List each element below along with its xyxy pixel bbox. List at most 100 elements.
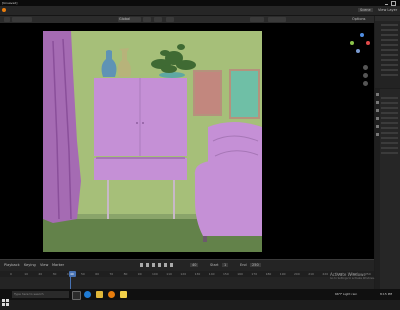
pivot-dropdown[interactable] — [143, 17, 151, 22]
property-row[interactable] — [381, 132, 398, 134]
task-view-icon[interactable] — [72, 291, 81, 300]
frame-tick-label: 30 — [52, 272, 57, 276]
property-row[interactable] — [381, 102, 398, 104]
property-row[interactable] — [381, 122, 398, 124]
outliner-row[interactable] — [381, 54, 398, 56]
camera-render-view — [43, 31, 262, 252]
end-frame-field[interactable]: 250 — [250, 263, 261, 267]
properties-panel — [375, 89, 400, 289]
cabinet-drawer — [94, 158, 187, 180]
neg-z-axis-icon[interactable] — [356, 49, 360, 53]
output-tab-icon[interactable] — [376, 109, 379, 112]
frame-tick-label: 90 — [137, 272, 142, 276]
taskbar-search[interactable]: Type here to search — [12, 291, 69, 298]
property-row[interactable] — [381, 107, 398, 109]
navigation-gizmo[interactable] — [348, 33, 370, 55]
minimize-icon[interactable] — [385, 1, 388, 5]
outliner-row[interactable] — [381, 39, 398, 41]
sticky-notes-icon[interactable] — [120, 291, 127, 298]
frame-tick-label: 10 — [24, 272, 29, 276]
plant-bowl — [159, 72, 185, 78]
weather-widget[interactable]: 66°F Light rain — [335, 292, 357, 296]
start-frame-field[interactable]: 1 — [222, 263, 229, 267]
scene-tab-icon[interactable] — [376, 125, 379, 128]
playback-menu[interactable]: Playback — [4, 263, 20, 267]
current-frame-field[interactable]: 40 — [190, 263, 199, 267]
outliner-panel — [375, 16, 400, 88]
property-row[interactable] — [381, 142, 398, 144]
frame-tick-label: 140 — [208, 272, 215, 276]
outliner-row[interactable] — [381, 49, 398, 51]
picture-red — [195, 72, 220, 114]
options-dropdown[interactable]: Options — [352, 17, 366, 21]
snap-toggle[interactable] — [154, 17, 162, 22]
property-row[interactable] — [381, 137, 398, 139]
property-row[interactable] — [381, 117, 398, 119]
frame-tick-label: 110 — [166, 272, 172, 276]
outliner-row[interactable] — [381, 69, 398, 71]
keyframe-icon[interactable] — [170, 263, 173, 267]
timeline-ruler[interactable]: 0 10 20 30 40 50 60 70 80 90 100 110 120 130 140 150 160… — [0, 271, 374, 277]
outliner-row[interactable] — [381, 74, 398, 76]
activation-subtitle: Go to Settings to activate Windows. — [330, 277, 375, 280]
frame-tick-label: 190 — [279, 272, 286, 276]
z-axis-icon[interactable] — [360, 33, 364, 37]
proportional-toggle[interactable] — [166, 17, 174, 22]
zoom-icon[interactable] — [363, 65, 368, 70]
frame-tick-label: 50 — [81, 272, 85, 276]
view-layer-tab-icon[interactable] — [376, 117, 379, 120]
frame-tick-label: 120 — [180, 272, 187, 276]
pan-icon[interactable] — [363, 73, 368, 78]
frame-tick-label: 100 — [152, 272, 158, 276]
frame-tick-label: 170 — [251, 272, 258, 276]
camera-view-icon[interactable] — [363, 81, 368, 86]
playhead-line — [70, 277, 71, 289]
orientation-dropdown[interactable]: Global — [118, 17, 141, 22]
file-explorer-icon[interactable] — [96, 291, 103, 298]
outliner-row[interactable] — [381, 29, 398, 31]
blender-taskbar-icon[interactable] — [108, 291, 115, 298]
property-row[interactable] — [381, 147, 398, 149]
edge-icon[interactable] — [84, 291, 91, 298]
marker-menu[interactable]: Marker — [52, 263, 64, 267]
editor-type-icon[interactable] — [4, 17, 10, 22]
tool-tab-icon[interactable] — [376, 93, 379, 96]
y-axis-icon[interactable] — [350, 41, 354, 45]
property-row[interactable] — [381, 112, 398, 114]
world-tab-icon[interactable] — [376, 133, 379, 136]
playhead-frame: 40 — [70, 272, 74, 276]
windows-start-icon[interactable] — [2, 291, 9, 306]
overlays-dropdown[interactable] — [250, 17, 264, 22]
play-reverse-icon[interactable] — [152, 263, 155, 267]
skip-start-icon[interactable] — [140, 263, 143, 267]
frame-tick-label: 220 — [322, 272, 329, 276]
outliner-row[interactable] — [381, 59, 398, 61]
render-tab-icon[interactable] — [376, 101, 379, 104]
frame-tick-label: 0 — [10, 272, 12, 276]
keying-menu[interactable]: Keying — [24, 263, 36, 267]
outliner-row[interactable] — [381, 34, 398, 36]
mode-dropdown[interactable] — [12, 17, 32, 22]
frame-tick-label: 70 — [109, 272, 114, 276]
outliner-row[interactable] — [381, 24, 398, 26]
viewport-header: Global Options — [0, 16, 374, 23]
view-menu[interactable]: View — [40, 263, 48, 267]
skip-end-icon[interactable] — [164, 263, 167, 267]
frame-tick-label: 80 — [123, 272, 128, 276]
x-axis-icon[interactable] — [366, 41, 370, 45]
property-row[interactable] — [381, 127, 398, 129]
property-row[interactable] — [381, 97, 398, 99]
outliner-row[interactable] — [381, 44, 398, 46]
blender-logo-icon[interactable] — [2, 8, 6, 12]
activation-watermark: Activate Windows Go to Settings to activ… — [330, 272, 375, 280]
clock[interactable]: 8:15 PM — [380, 292, 392, 296]
scene-selector[interactable]: Scene — [358, 8, 373, 12]
window-title: [Unsaved] — [2, 1, 18, 5]
view-layer-selector[interactable]: View Layer — [378, 8, 397, 12]
frame-tick-label: 130 — [194, 272, 201, 276]
shading-buttons[interactable] — [268, 17, 286, 22]
rewind-icon[interactable] — [146, 263, 149, 267]
property-row[interactable] — [381, 152, 398, 154]
play-icon[interactable] — [158, 263, 161, 267]
outliner-row[interactable] — [381, 64, 398, 66]
